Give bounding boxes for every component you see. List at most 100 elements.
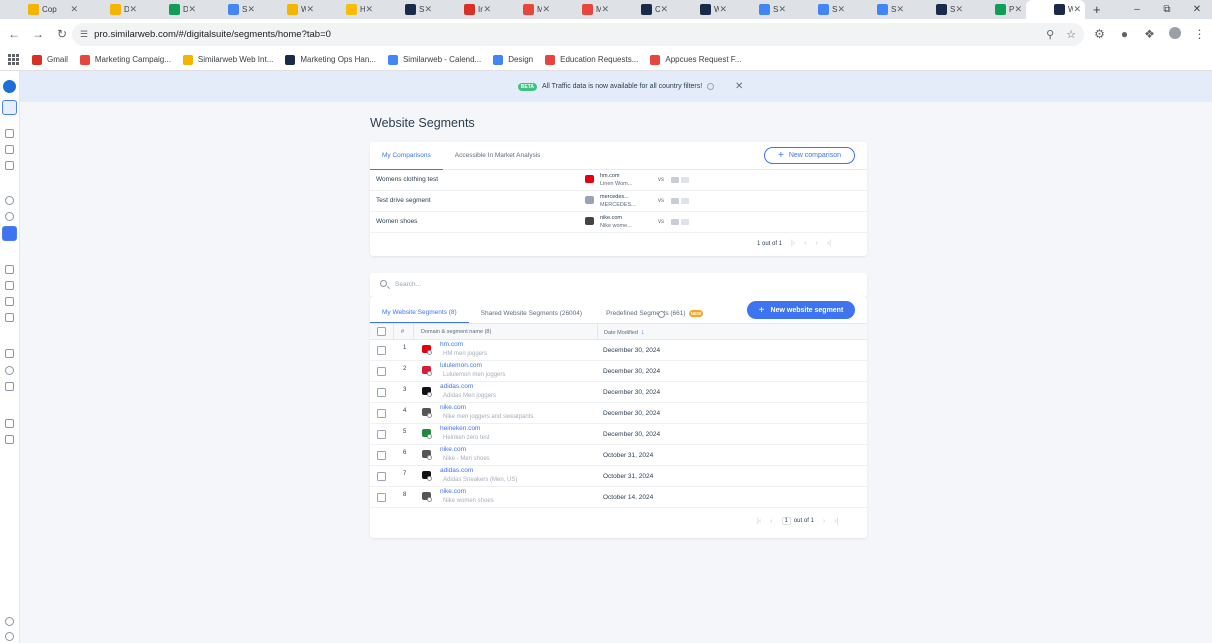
browser-tab[interactable]: Cor✕ — [613, 0, 672, 19]
browser-tab[interactable]: Wel✕ — [1026, 0, 1085, 19]
new-website-segment-button[interactable]: + New website segment — [747, 301, 855, 319]
browser-tab[interactable]: Wel✕ — [672, 0, 731, 19]
bookmark-item[interactable]: Gmail — [32, 54, 68, 65]
next-page-icon[interactable]: › — [823, 518, 825, 525]
globe-icon[interactable] — [5, 196, 14, 205]
segment-domain-link[interactable]: adidas.com — [440, 383, 473, 390]
prev-page-icon[interactable]: ‹ — [804, 240, 806, 247]
segment-domain-link[interactable]: nike.com — [440, 404, 466, 411]
segment-domain-link[interactable]: nike.com — [440, 446, 466, 453]
tab-close-icon[interactable]: ✕ — [1014, 4, 1022, 15]
table-row[interactable]: 4 nike.com Nike men joggers and sweatpants… — [370, 403, 867, 424]
comparison-row[interactable]: Womens clothing test hm.com Linen Wom... vs — [370, 170, 867, 191]
tab-close-icon[interactable]: ✕ — [306, 4, 314, 15]
back-icon[interactable]: ← — [2, 27, 26, 41]
bookmark-item[interactable]: Similarweb - Calend... — [387, 54, 481, 65]
tab-close-icon[interactable]: ✕ — [424, 4, 432, 15]
browser-tab[interactable]: Inb✕ — [436, 0, 495, 19]
search-keyword-icon[interactable] — [5, 281, 14, 290]
first-page-icon[interactable]: |‹ — [791, 240, 795, 247]
browser-tab[interactable]: Der✕ — [82, 0, 141, 19]
apps-grid-icon[interactable] — [8, 53, 20, 66]
segment-domain-link[interactable]: nike.com — [440, 488, 466, 495]
select-all-checkbox[interactable] — [377, 327, 386, 336]
world-icon[interactable] — [5, 212, 14, 221]
table-row[interactable]: 1 hm.com HM men joggers December 30, 2024 — [370, 340, 867, 361]
row-checkbox[interactable] — [377, 388, 386, 397]
bookmark-star-icon[interactable]: ☆ — [1066, 28, 1076, 41]
first-page-icon[interactable]: |‹ — [757, 518, 761, 525]
tab-accessible-in-market-analysis[interactable]: Accessible In Market Analysis — [443, 142, 553, 170]
last-page-icon[interactable]: ›| — [834, 518, 838, 525]
search-input[interactable]: Search... — [395, 281, 421, 288]
tab-close-icon[interactable]: ✕ — [837, 4, 845, 15]
tab-close-icon[interactable]: ✕ — [955, 4, 963, 15]
tab-close-icon[interactable]: ✕ — [188, 4, 196, 15]
tab-my-website-segments[interactable]: My Website Segments (8) — [370, 309, 469, 323]
bookmark-item[interactable]: Marketing Ops Han... — [285, 54, 376, 65]
tab-close-icon[interactable]: ✕ — [483, 4, 491, 15]
browser-tab[interactable]: Ma✕ — [495, 0, 554, 19]
row-checkbox[interactable] — [377, 430, 386, 439]
info-icon[interactable] — [707, 83, 715, 90]
bookmark-item[interactable]: Similarweb Web Int... — [182, 54, 273, 65]
home-icon[interactable] — [5, 129, 14, 138]
segments-icon[interactable] — [2, 226, 17, 241]
browser-tab[interactable]: Sea✕ — [849, 0, 908, 19]
tab-predefined-segments[interactable]: Predefined Segments (661) NEW — [594, 310, 715, 323]
mobile-icon[interactable] — [5, 419, 14, 428]
tab-my-comparisons[interactable]: My Comparisons — [370, 142, 443, 170]
list-icon[interactable] — [5, 145, 14, 154]
restore-icon[interactable]: ⧉ — [1152, 4, 1182, 15]
row-checkbox[interactable] — [377, 346, 386, 355]
site-info-icon[interactable]: ☰ — [80, 29, 88, 40]
address-bar[interactable]: ☰ pro.similarweb.com/#/digitalsuite/segm… — [72, 23, 1084, 46]
store-icon[interactable] — [5, 349, 14, 358]
extensions-puzzle-icon[interactable]: ❖ — [1137, 27, 1162, 41]
column-domain-segment[interactable]: Domain & segment name (8) — [421, 329, 491, 335]
minimize-icon[interactable]: – — [1122, 4, 1152, 15]
row-checkbox[interactable] — [377, 472, 386, 481]
app-icon[interactable] — [5, 435, 14, 444]
row-checkbox[interactable] — [377, 409, 386, 418]
settings-icon[interactable] — [5, 617, 14, 626]
browser-tab[interactable]: Wel✕ — [259, 0, 318, 19]
link-icon[interactable] — [5, 297, 14, 306]
zoom-icon[interactable]: ⚲ — [1046, 28, 1054, 41]
digital-suite-icon[interactable] — [2, 100, 17, 115]
target-icon[interactable] — [5, 366, 14, 375]
row-checkbox[interactable] — [377, 367, 386, 376]
help-icon[interactable] — [5, 632, 14, 641]
column-date-modified[interactable]: Date Modified ↓ — [604, 329, 644, 336]
browser-tab[interactable]: Sim✕ — [377, 0, 436, 19]
table-row[interactable]: 7 adidas.com Adidas Sneakers (Men, US) Octo… — [370, 466, 867, 487]
browser-tab[interactable]: Sim✕ — [200, 0, 259, 19]
table-row[interactable]: 2 lululemon.com Lululemon men joggers Decem… — [370, 361, 867, 382]
last-page-icon[interactable]: ›| — [827, 240, 831, 247]
new-tab-icon[interactable]: + — [1093, 2, 1101, 17]
tab-close-icon[interactable]: ✕ — [70, 4, 78, 15]
row-checkbox[interactable] — [377, 451, 386, 460]
table-row[interactable]: 8 nike.com Nike women shoes October 14, 202… — [370, 487, 867, 508]
bookmark-item[interactable]: Design — [493, 54, 533, 65]
settings-gear-icon[interactable]: ⚙ — [1087, 27, 1112, 41]
comparison-row[interactable]: Women shoes nike.com Nike wome... vs — [370, 212, 867, 233]
bookmark-item[interactable]: Appcues Request F... — [650, 54, 741, 65]
comparison-row[interactable]: Test drive segment mercedes... MERCEDES...… — [370, 191, 867, 212]
building-icon[interactable] — [5, 265, 14, 274]
forward-icon[interactable]: → — [26, 27, 50, 41]
browser-tab[interactable]: Hov✕ — [318, 0, 377, 19]
browser-tab[interactable]: Cop ✕ — [0, 0, 82, 19]
tab-close-icon[interactable]: ✕ — [778, 4, 786, 15]
browser-tab[interactable]: My✕ — [554, 0, 613, 19]
close-banner-icon[interactable]: ✕ — [735, 81, 743, 92]
row-checkbox[interactable] — [377, 493, 386, 502]
prev-page-icon[interactable]: ‹ — [770, 518, 772, 525]
segment-domain-link[interactable]: lululemon.com — [440, 362, 482, 369]
tab-close-icon[interactable]: ✕ — [719, 4, 727, 15]
bookmark-item[interactable]: Marketing Campaig... — [79, 54, 171, 65]
extension-badge-icon[interactable]: ● — [1112, 27, 1137, 41]
browser-tab[interactable]: Sea✕ — [731, 0, 790, 19]
tab-close-icon[interactable]: ✕ — [601, 4, 609, 15]
tab-close-icon[interactable]: ✕ — [542, 4, 550, 15]
